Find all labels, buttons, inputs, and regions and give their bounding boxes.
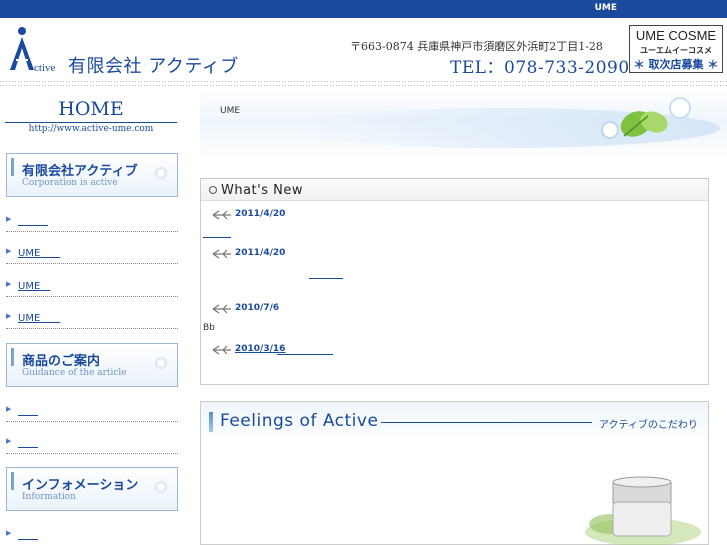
news-date: 2011/4/20	[235, 248, 286, 258]
home-divider	[5, 122, 177, 123]
section-header-company: 有限会社アクティブ Corporation is active	[6, 153, 178, 197]
whats-new-panel: What's New 2011/4/20 2011/4/20 2010/7/6 …	[200, 178, 709, 385]
sidebar: HOME http://www.active-ume.com 有限会社アクティブ…	[0, 90, 190, 545]
arrow-right-icon: ▶	[6, 529, 12, 537]
arrow-left-icon	[212, 249, 231, 259]
news-date: 2011/4/20	[235, 209, 286, 219]
header-divider	[0, 80, 727, 88]
home-link[interactable]: HOME	[5, 98, 177, 120]
logo[interactable]	[6, 26, 34, 72]
feelings-title: Feelings of Active	[220, 411, 379, 431]
sidebar-item-label[interactable]: UME	[18, 244, 60, 259]
active-logo-icon	[10, 27, 34, 70]
arrow-right-icon: ▶	[6, 215, 12, 223]
company-tel: TEL：078-733-2090	[450, 58, 630, 78]
ume-cosme-banner[interactable]: UME COSME ユーエムイーコスメ ＊ 取次店募集 ＊	[629, 25, 723, 73]
sidebar-item[interactable]: ▶	[6, 522, 178, 545]
sidebar-item-label[interactable]	[18, 212, 48, 227]
whats-new-title: What's New	[221, 183, 303, 198]
bubble-decoration-icon	[155, 357, 167, 369]
feelings-header: Feelings of Active アクティブのこだわり	[201, 402, 708, 442]
section-header-information: インフォメーション Information	[6, 467, 178, 511]
news-date: 2010/7/6	[235, 303, 280, 313]
sidebar-item-label[interactable]	[18, 402, 38, 417]
arrow-left-icon	[212, 304, 231, 314]
arrow-left-icon	[212, 345, 231, 355]
arrow-right-icon: ▶	[6, 312, 12, 320]
cream-jar-image	[585, 476, 701, 545]
sidebar-item-label[interactable]	[18, 434, 38, 449]
feelings-panel: Feelings of Active アクティブのこだわり	[200, 401, 709, 545]
whats-new-header: What's New	[201, 179, 708, 201]
company-name: 有限会社 アクティブ	[68, 56, 239, 77]
circle-bullet-icon	[209, 186, 217, 194]
news-link[interactable]	[277, 354, 333, 355]
top-bar: UME	[0, 0, 727, 18]
section-header-products: 商品のご案内 Guidance of the article	[6, 343, 178, 387]
logo-text: ctive	[34, 62, 56, 74]
sidebar-item-label[interactable]	[18, 526, 38, 541]
feelings-divider	[381, 422, 592, 423]
distributor-recruit-link[interactable]: ＊ 取次店募集 ＊	[630, 56, 722, 72]
news-date-link[interactable]: 2010/3/16	[235, 344, 285, 354]
leaf-icon	[620, 111, 668, 137]
sidebar-item[interactable]: ▶ UME	[6, 273, 178, 297]
section-subtitle: Information	[22, 492, 77, 502]
cosme-kana: ユーエムイーコスメ	[640, 46, 712, 55]
section-title: インフォメーション	[22, 478, 139, 493]
section-subtitle: Corporation is active	[22, 178, 118, 188]
sidebar-item[interactable]: ▶	[6, 430, 178, 454]
accent-bar	[209, 412, 213, 432]
section-title: 商品のご案内	[22, 354, 101, 369]
arrow-right-icon: ▶	[6, 280, 12, 288]
sidebar-item-label[interactable]: UME	[18, 277, 50, 292]
sidebar-item[interactable]: ▶	[6, 208, 178, 232]
sidebar-item[interactable]: ▶ UME	[6, 240, 178, 264]
bubble-decoration-icon	[155, 167, 167, 179]
bubble-decoration-icon	[155, 481, 167, 493]
feelings-subtitle: アクティブのこだわり	[599, 420, 698, 431]
home-url[interactable]: http://www.active-ume.com	[5, 124, 177, 134]
sidebar-item[interactable]: ▶ UME	[6, 305, 178, 329]
main-banner	[200, 90, 727, 160]
arrow-left-icon	[212, 210, 231, 220]
site-header: ctive 有限会社 アクティブ 〒663-0874 兵庫県神戸市須磨区外浜町2…	[0, 18, 727, 80]
top-bar-text: UME	[594, 3, 617, 13]
sidebar-item-label[interactable]: UME	[18, 309, 60, 324]
bubble-icon	[601, 121, 619, 139]
banner-label: UME	[220, 106, 241, 116]
cosme-title: UME COSME	[635, 28, 717, 43]
news-text: Bb	[203, 323, 215, 333]
section-subtitle: Guidance of the article	[22, 368, 127, 378]
sidebar-item[interactable]: ▶	[6, 398, 178, 422]
company-address: 〒663-0874 兵庫県神戸市須磨区外浜町2丁目1-28	[350, 40, 603, 53]
arrow-right-icon: ▶	[6, 247, 12, 255]
news-link[interactable]	[309, 278, 343, 279]
arrow-right-icon: ▶	[6, 405, 12, 413]
section-title: 有限会社アクティブ	[22, 164, 138, 179]
arrow-right-icon: ▶	[6, 437, 12, 445]
news-link[interactable]	[203, 237, 231, 238]
